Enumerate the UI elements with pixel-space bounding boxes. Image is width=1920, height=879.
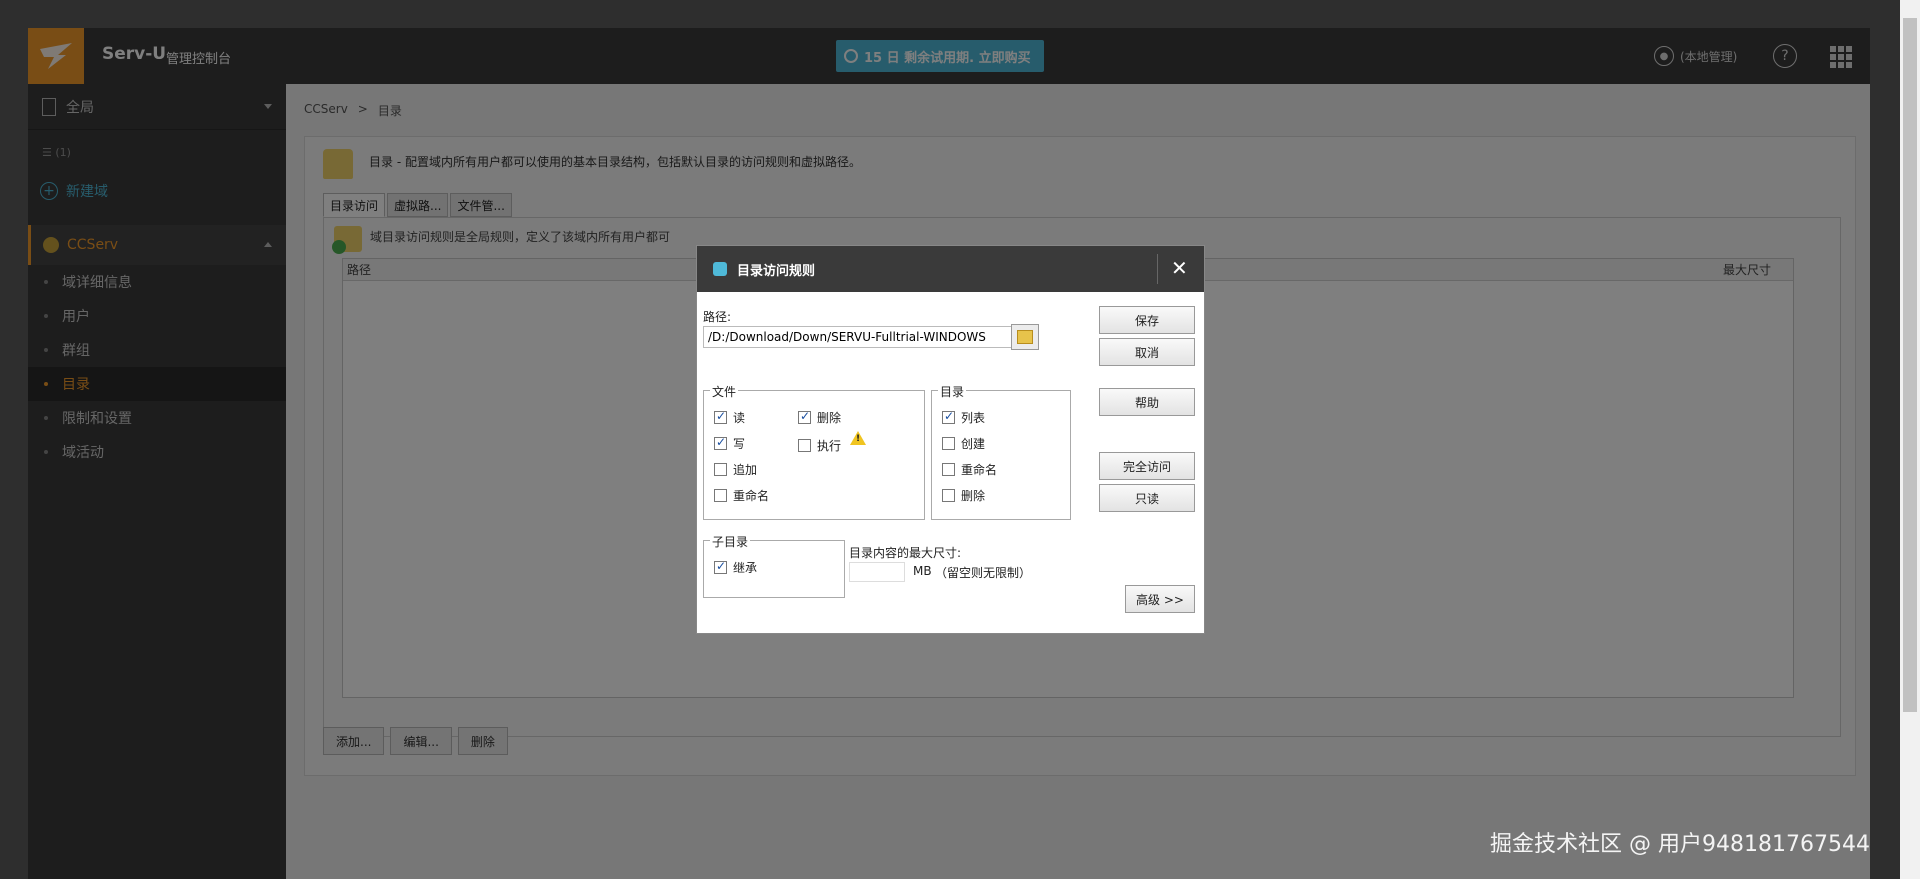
dir-delete-checkbox[interactable]: 删除 <box>942 487 985 504</box>
checkbox-label: 执行 <box>817 439 842 453</box>
checkbox-label: 删除 <box>961 489 986 503</box>
directories-group-legend: 目录 <box>938 383 967 400</box>
max-size-unit: MB <box>913 564 932 578</box>
checkbox-label: 继承 <box>733 561 758 575</box>
save-button[interactable]: 保存 <box>1099 306 1195 334</box>
directories-group: 目录 列表 创建 重命名 删除 <box>931 383 1071 520</box>
checkbox-box[interactable] <box>714 435 727 450</box>
max-size-hint: （留空则无限制） <box>935 566 1032 580</box>
path-input[interactable] <box>703 326 1015 348</box>
checkbox-box[interactable] <box>714 463 727 476</box>
checkbox-box[interactable] <box>714 559 727 574</box>
max-size-label: 目录内容的最大尺寸: <box>849 546 962 560</box>
file-execute-checkbox[interactable]: 执行 <box>798 437 841 454</box>
browse-folder-button[interactable] <box>1011 324 1039 350</box>
checkbox-label: 写 <box>733 437 746 451</box>
help-button[interactable]: 帮助 <box>1099 388 1195 416</box>
file-write-checkbox[interactable]: 写 <box>714 435 745 452</box>
warning-icon: ! <box>850 431 866 445</box>
cancel-button[interactable]: 取消 <box>1099 338 1195 366</box>
full-access-button[interactable]: 完全访问 <box>1099 452 1195 480</box>
dialog-icon <box>713 262 727 276</box>
read-only-button[interactable]: 只读 <box>1099 484 1195 512</box>
close-icon[interactable]: ✕ <box>1171 256 1188 280</box>
checkbox-box[interactable] <box>942 409 955 424</box>
checkbox-box[interactable] <box>942 437 955 450</box>
inherit-checkbox[interactable]: 继承 <box>714 559 757 576</box>
advanced-button[interactable]: 高级 >> <box>1125 585 1195 613</box>
directory-access-rule-dialog: 目录访问规则 ✕ 路径: 保存 取消 帮助 完全访问 只读 高级 >> 文件 读… <box>696 245 1205 634</box>
checkbox-label: 重命名 <box>961 463 998 477</box>
checkbox-box[interactable] <box>714 409 727 424</box>
files-group: 文件 读 写 追加 重命名 删除 执行 ! <box>703 383 925 520</box>
watermark: 掘金技术社区 @ 用户948181767544 <box>1490 832 1870 857</box>
file-append-checkbox[interactable]: 追加 <box>714 461 757 478</box>
checkbox-label: 创建 <box>961 437 986 451</box>
checkbox-box[interactable] <box>942 489 955 502</box>
checkbox-box[interactable] <box>798 409 811 424</box>
path-label: 路径: <box>703 310 732 324</box>
checkbox-box[interactable] <box>798 439 811 452</box>
checkbox-label: 读 <box>733 411 746 425</box>
max-size-input[interactable] <box>849 562 905 582</box>
dir-list-checkbox[interactable]: 列表 <box>942 409 985 426</box>
checkbox-label: 追加 <box>733 463 758 477</box>
dialog-title: 目录访问规则 <box>737 264 816 279</box>
checkbox-label: 删除 <box>817 411 842 425</box>
folder-browse-icon <box>1017 330 1033 344</box>
checkbox-label: 重命名 <box>733 489 770 503</box>
dialog-header: 目录访问规则 ✕ <box>697 246 1204 292</box>
file-delete-checkbox[interactable]: 删除 <box>798 409 841 426</box>
header-divider <box>1157 254 1158 284</box>
page-scrollbar-thumb[interactable] <box>1903 18 1917 712</box>
subdirectories-group-legend: 子目录 <box>710 533 751 550</box>
checkbox-box[interactable] <box>942 463 955 476</box>
subdirectories-group: 子目录 继承 <box>703 533 845 598</box>
files-group-legend: 文件 <box>710 383 739 400</box>
dir-rename-checkbox[interactable]: 重命名 <box>942 461 997 478</box>
file-read-checkbox[interactable]: 读 <box>714 409 745 426</box>
checkbox-box[interactable] <box>714 489 727 502</box>
dir-create-checkbox[interactable]: 创建 <box>942 435 985 452</box>
checkbox-label: 列表 <box>961 411 986 425</box>
file-rename-checkbox[interactable]: 重命名 <box>714 487 769 504</box>
